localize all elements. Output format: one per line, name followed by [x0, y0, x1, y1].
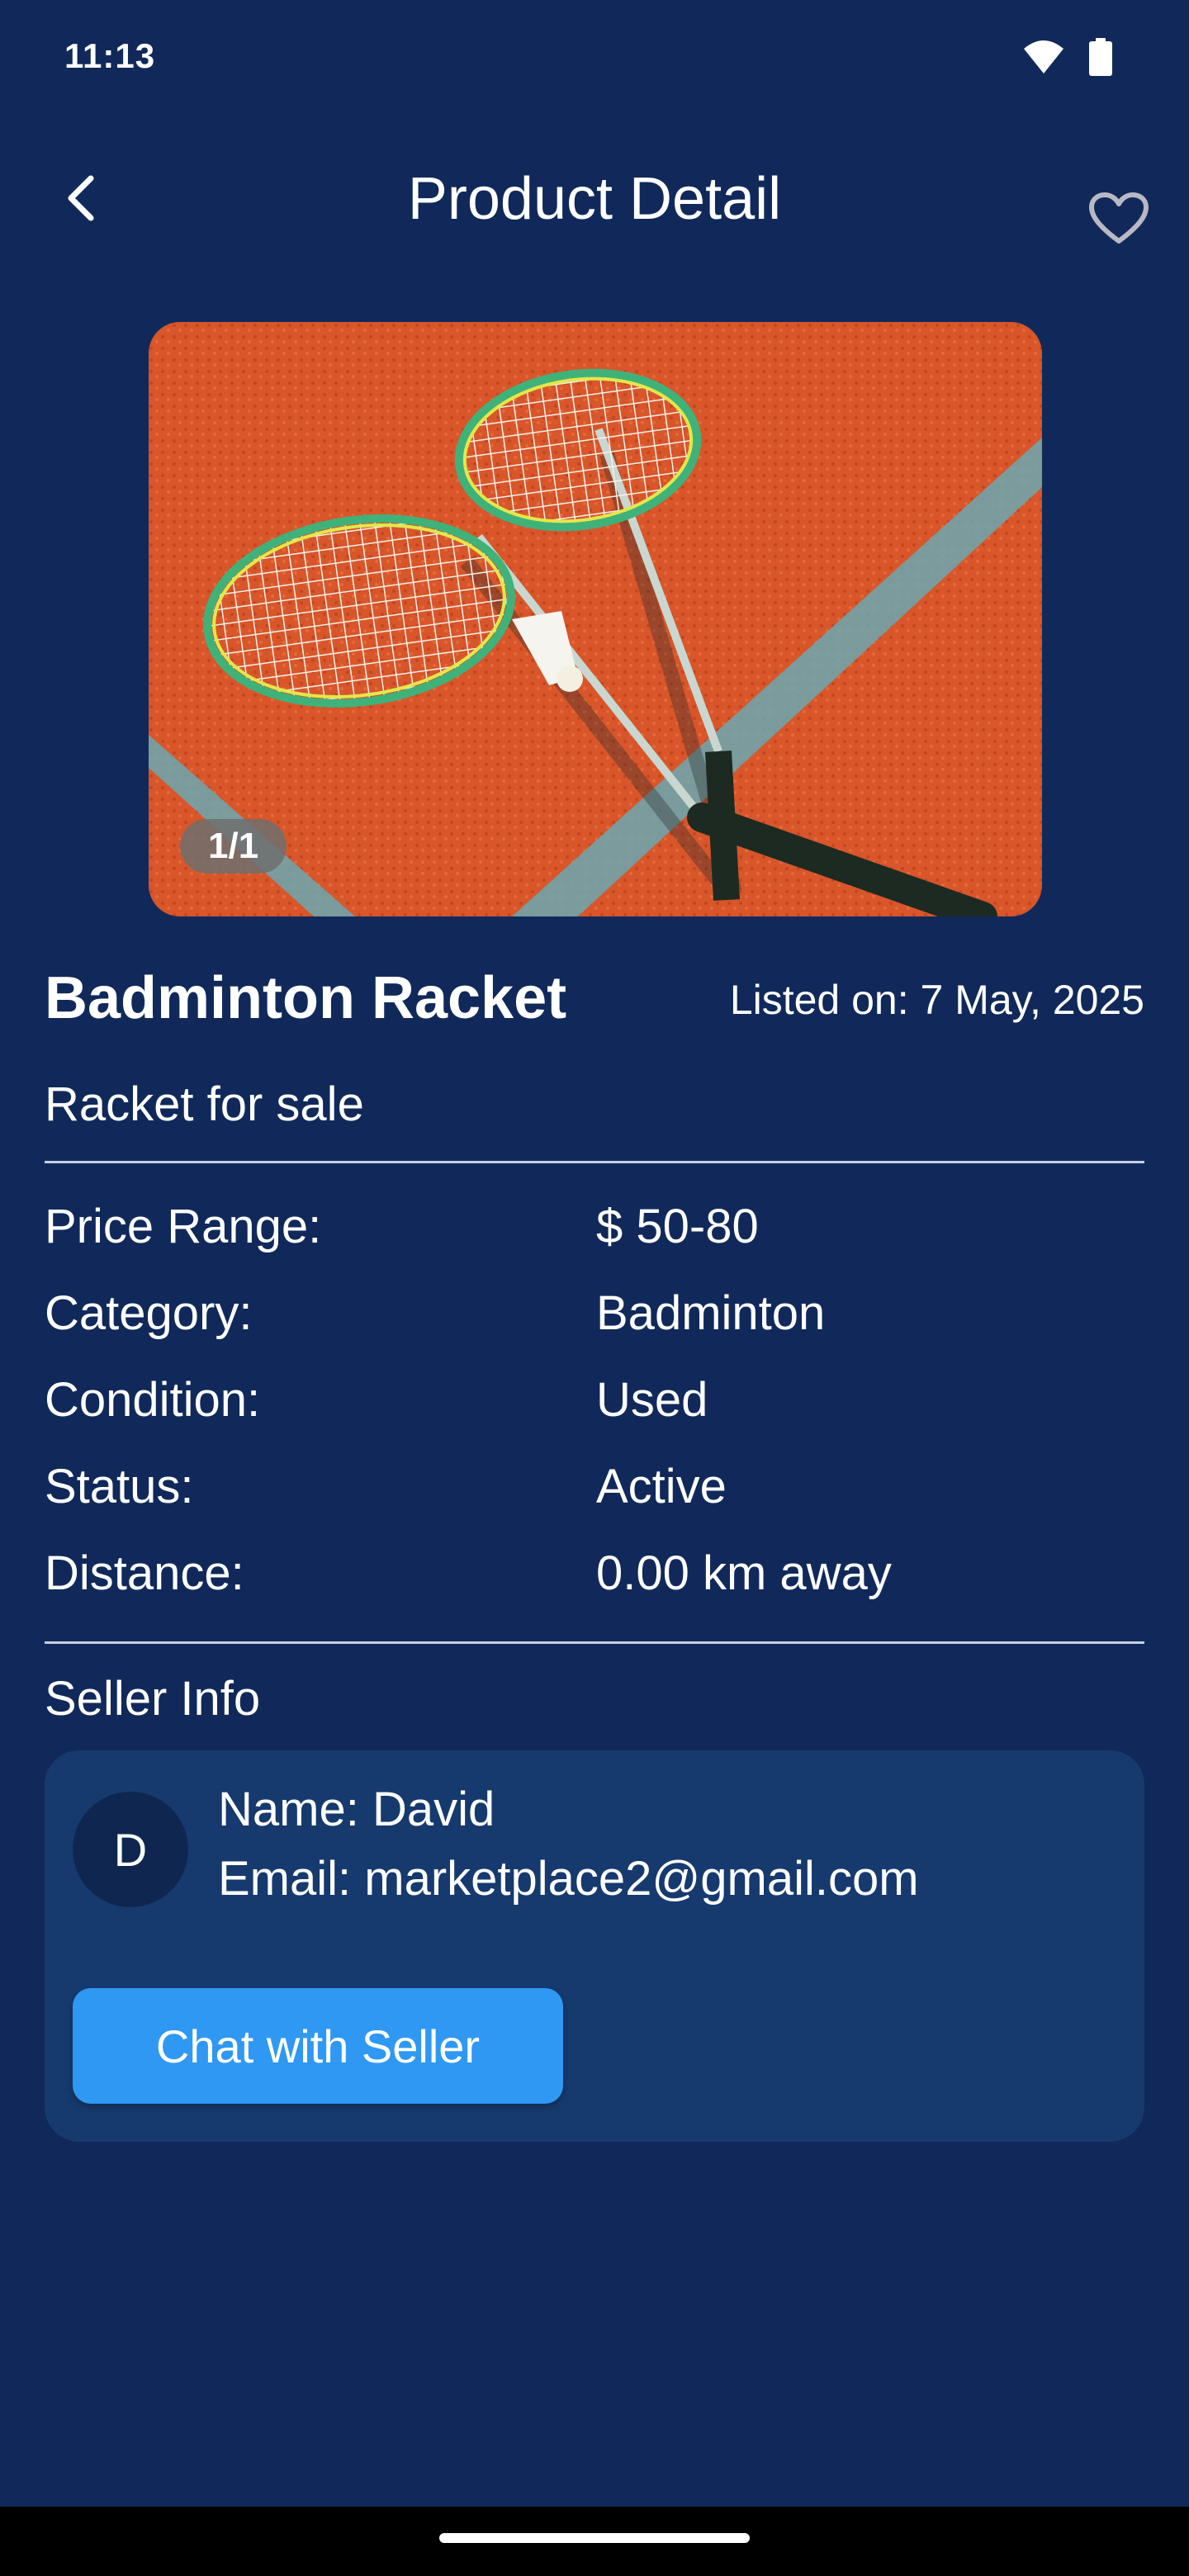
spec-label: Price Range:: [45, 1200, 322, 1253]
spec-label: Distance:: [45, 1546, 244, 1600]
spec-label: Condition:: [45, 1373, 261, 1427]
spec-label: Status:: [45, 1460, 194, 1513]
divider: [45, 1641, 1144, 1644]
seller-card: D Name: David Email: marketplace2@gmail.…: [45, 1750, 1144, 2142]
battery-icon: [1088, 38, 1113, 80]
spec-row-status: Status: Active: [45, 1459, 1144, 1525]
product-image-carousel[interactable]: 1/1: [149, 322, 1042, 916]
divider: [45, 1161, 1144, 1163]
seller-email: Email: marketplace2@gmail.com: [218, 1852, 919, 1906]
product-photo: [149, 322, 1042, 916]
product-title: Badminton Racket: [45, 965, 567, 1031]
spec-value: Badminton: [596, 1286, 826, 1340]
spec-label: Category:: [45, 1286, 253, 1340]
home-indicator[interactable]: [439, 2533, 750, 2543]
status-icons: [1022, 38, 1113, 80]
wifi-icon: [1022, 39, 1065, 79]
spec-row-category: Category: Badminton: [45, 1286, 1144, 1352]
product-description: Racket for sale: [45, 1077, 364, 1131]
heart-outline-icon: [1089, 192, 1149, 244]
spec-value: Active: [596, 1460, 727, 1513]
image-counter: 1/1: [180, 819, 287, 874]
app-bar: Product Detail: [0, 140, 1189, 264]
seller-name: Name: David: [218, 1783, 495, 1836]
spec-row-condition: Condition: Used: [45, 1372, 1144, 1438]
status-time: 11:13: [64, 36, 156, 75]
avatar: D: [73, 1792, 188, 1907]
system-nav-bar: [0, 2507, 1189, 2576]
seller-info-heading: Seller Info: [45, 1672, 261, 1726]
spec-value: 0.00 km away: [596, 1546, 892, 1600]
spec-value: $ 50-80: [596, 1200, 759, 1253]
page-title: Product Detail: [407, 166, 782, 232]
chat-with-seller-button[interactable]: Chat with Seller: [73, 1988, 563, 2104]
spec-value: Used: [596, 1373, 708, 1427]
spec-row-distance: Distance: 0.00 km away: [45, 1546, 1144, 1612]
status-bar: 11:13: [0, 0, 1189, 116]
favorite-button[interactable]: [1082, 182, 1156, 256]
spec-row-price: Price Range: $ 50-80: [45, 1199, 1144, 1265]
listed-date: Listed on: 7 May, 2025: [729, 977, 1144, 1023]
